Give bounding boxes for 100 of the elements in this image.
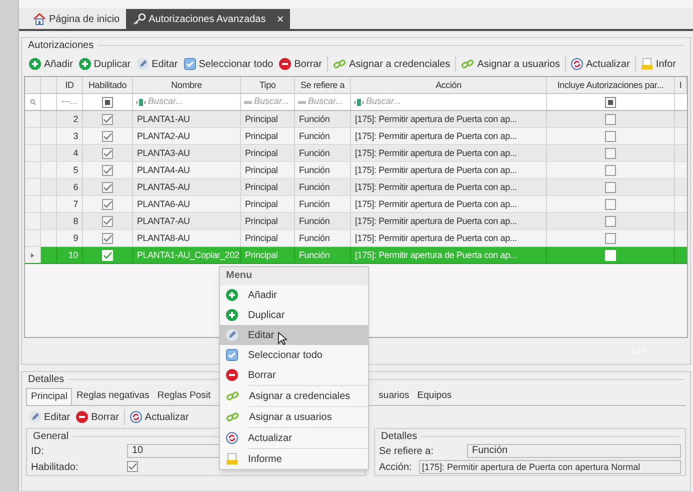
- checkbox[interactable]: [127, 461, 138, 472]
- table-cell: Principal: [241, 179, 295, 195]
- field-label: ID:: [31, 444, 45, 458]
- column-header[interactable]: Se refiere a: [295, 77, 351, 93]
- table-row[interactable]: 2 PLANTA1-AU Principal Función [175]: Permitir apertura de Puerta con ap...: [25, 111, 687, 128]
- toolbar-button[interactable]: Actualizar: [126, 407, 192, 427]
- table-row[interactable]: 3 PLANTA2-AU Principal Función [175]: Permitir apertura de Puerta con ap...: [25, 128, 687, 145]
- checkbox[interactable]: [102, 114, 113, 124]
- table-cell: Principal: [241, 213, 295, 229]
- plus-icon: [29, 58, 41, 70]
- checkbox[interactable]: [605, 164, 616, 176]
- checkbox[interactable]: [102, 182, 113, 192]
- input-field[interactable]: [175]: Permitir apertura de Puerta con apertura Normal: [419, 460, 681, 474]
- refresh-icon: [571, 58, 584, 70]
- checkbox[interactable]: [605, 114, 616, 124]
- table-cell: PLANTA1-AU_Copiar_202: [133, 247, 241, 263]
- filter-checkbox[interactable]: [605, 96, 616, 108]
- filter-checkbox[interactable]: [102, 96, 113, 108]
- toolbar-button[interactable]: Editar: [134, 54, 181, 74]
- table-row[interactable]: 9 PLANTA8-AU Principal Función [175]: Permitir apertura de Puerta con ap...: [25, 230, 687, 247]
- menu-item[interactable]: Añadir: [220, 285, 368, 305]
- table-cell: 7: [57, 196, 83, 212]
- key-icon: [132, 13, 146, 25]
- table-cell: 10: [57, 247, 83, 263]
- toolbar-button[interactable]: Asignar a credenciales: [330, 54, 454, 74]
- menu-item[interactable]: Asignar a credenciales: [220, 386, 368, 406]
- table-cell: [175]: Permitir apertura de Puerta con ap...: [351, 111, 547, 127]
- input-field[interactable]: Función: [467, 444, 681, 458]
- tab[interactable]: Equipos: [413, 388, 456, 405]
- field-label: Acción:: [379, 460, 413, 474]
- table-row[interactable]: 6 PLANTA5-AU Principal Función [175]: Permitir apertura de Puerta con ap...: [25, 179, 687, 196]
- menu-item[interactable]: Duplicar: [220, 305, 368, 325]
- chain-link-icon: [226, 411, 239, 423]
- checkbox[interactable]: [102, 164, 113, 176]
- column-header[interactable]: Incluye Autorizaciones par...: [547, 77, 675, 93]
- equals-filter-icon: [244, 100, 252, 104]
- search-icon: [30, 99, 36, 105]
- checkbox[interactable]: [605, 216, 616, 226]
- menu-item[interactable]: Actualizar: [220, 428, 368, 448]
- checkbox[interactable]: [605, 232, 616, 244]
- table-cell: PLANTA1-AU: [133, 111, 241, 127]
- table-cell: 4: [57, 145, 83, 161]
- column-header[interactable]: ID: [57, 77, 83, 93]
- menu-item[interactable]: Borrar: [220, 365, 368, 385]
- menu-item[interactable]: Seleccionar todo: [220, 345, 368, 365]
- checkbox[interactable]: [102, 232, 113, 244]
- menu-item[interactable]: Informe: [220, 449, 368, 469]
- toolbar-button[interactable]: Actualizar: [568, 54, 633, 74]
- checkbox[interactable]: [102, 148, 113, 158]
- table-row[interactable]: 8 PLANTA7-AU Principal Función [175]: Permitir apertura de Puerta con ap...: [25, 213, 687, 230]
- table-cell: 9: [57, 230, 83, 246]
- minus-icon: [279, 58, 292, 70]
- checkbox[interactable]: [102, 216, 113, 226]
- toolbar-button[interactable]: Infor: [638, 54, 679, 74]
- house-icon: [33, 13, 46, 25]
- checkbox[interactable]: [102, 198, 113, 210]
- table-cell: PLANTA4-AU: [133, 162, 241, 178]
- tab[interactable]: Página de inicio: [27, 9, 126, 29]
- menu-item[interactable]: Editar: [220, 325, 368, 345]
- toolbar-button[interactable]: Seleccionar todo: [180, 54, 276, 74]
- column-header[interactable]: Nombre: [133, 77, 241, 93]
- table-cell: 5: [57, 162, 83, 178]
- column-header[interactable]: Habilitado: [83, 77, 133, 93]
- table-cell: [175]: Permitir apertura de Puerta con ap...: [351, 247, 547, 263]
- toolbar-button[interactable]: Asignar a usuarios: [458, 54, 564, 74]
- column-header[interactable]: I: [675, 77, 687, 93]
- toolbar-button[interactable]: Editar: [26, 407, 74, 427]
- field-label: Se refiere a:: [379, 444, 434, 458]
- table-cell: [175]: Permitir apertura de Puerta con ap...: [351, 145, 547, 161]
- column-header[interactable]: Tipo: [241, 77, 295, 93]
- tab[interactable]: Autorizaciones Avanzadas ×: [126, 9, 290, 29]
- toolbar-button[interactable]: Borrar: [73, 407, 122, 427]
- checkbox[interactable]: [102, 130, 113, 142]
- row-pointer-icon: [31, 252, 34, 258]
- tab[interactable]: Reglas Posit: [153, 388, 215, 405]
- checkbox[interactable]: [605, 198, 616, 210]
- table-row[interactable]: 5 PLANTA4-AU Principal Función [175]: Permitir apertura de Puerta con ap...: [25, 162, 687, 179]
- table-cell: Principal: [241, 162, 295, 178]
- table-cell: Principal: [241, 145, 295, 161]
- tab[interactable]: suarios: [374, 388, 414, 405]
- table-cell: [175]: Permitir apertura de Puerta con ap...: [351, 179, 547, 195]
- checkbox[interactable]: [605, 148, 616, 158]
- table-cell: Principal: [241, 230, 295, 246]
- table-cell: Principal: [241, 196, 295, 212]
- column-header[interactable]: Acción: [351, 77, 547, 93]
- table-cell: Función: [295, 128, 351, 144]
- toolbar-button[interactable]: Duplicar: [76, 54, 134, 74]
- toolbar-button[interactable]: Añadir: [26, 54, 76, 74]
- table-cell: [175]: Permitir apertura de Puerta con ap...: [351, 128, 547, 144]
- table-cell: Principal: [241, 111, 295, 127]
- chain-link-icon: [461, 58, 474, 70]
- table-row[interactable]: 7 PLANTA6-AU Principal Función [175]: Permitir apertura de Puerta con ap...: [25, 196, 687, 213]
- toolbar-button[interactable]: Borrar: [276, 54, 326, 74]
- tab[interactable]: Principal: [26, 388, 72, 405]
- checkbox[interactable]: [605, 130, 616, 142]
- checkbox[interactable]: [605, 182, 616, 192]
- table-row[interactable]: 4 PLANTA3-AU Principal Función [175]: Permitir apertura de Puerta con ap...: [25, 145, 687, 162]
- close-button[interactable]: ×: [276, 13, 284, 25]
- menu-item[interactable]: Asignar a usuarios: [220, 407, 368, 427]
- tab[interactable]: Reglas negativas: [72, 388, 154, 405]
